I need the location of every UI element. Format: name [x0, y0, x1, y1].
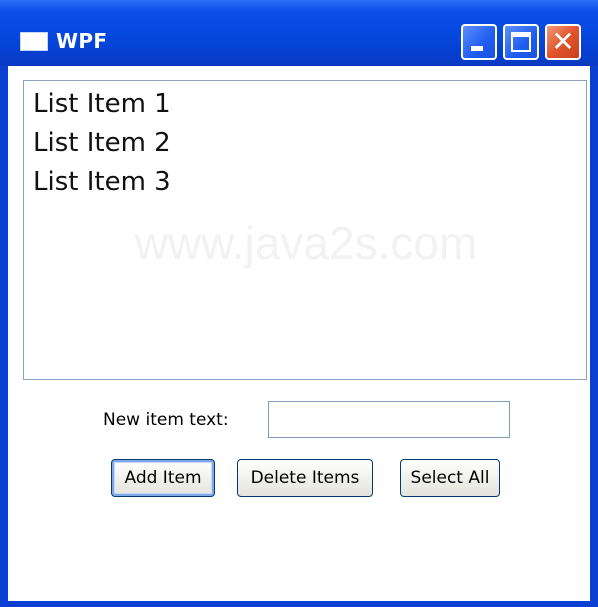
new-item-input[interactable] — [268, 401, 510, 438]
app-window: WPF ✕ www.java2s.com List Item 1 List It… — [0, 0, 598, 607]
maximize-icon — [511, 32, 531, 52]
minimize-icon — [471, 46, 483, 51]
list-item[interactable]: List Item 1 — [33, 89, 171, 119]
title-bar[interactable]: WPF ✕ — [0, 0, 598, 66]
list-item[interactable]: List Item 2 — [33, 128, 171, 158]
maximize-button[interactable] — [503, 24, 539, 60]
minimize-button[interactable] — [461, 24, 497, 60]
watermark: www.java2s.com — [134, 217, 478, 269]
window-content: www.java2s.com List Item 1 List Item 2 L… — [8, 66, 590, 601]
select-all-button[interactable]: Select All — [400, 459, 500, 497]
window-title: WPF — [56, 29, 108, 53]
delete-items-button[interactable]: Delete Items — [237, 459, 373, 497]
items-listbox[interactable]: www.java2s.com List Item 1 List Item 2 L… — [23, 80, 587, 380]
close-icon: ✕ — [551, 25, 575, 58]
window-icon — [20, 32, 48, 51]
add-item-button[interactable]: Add Item — [111, 459, 215, 497]
close-button[interactable]: ✕ — [545, 24, 581, 60]
new-item-label: New item text: — [103, 410, 229, 430]
list-item[interactable]: List Item 3 — [33, 167, 171, 197]
